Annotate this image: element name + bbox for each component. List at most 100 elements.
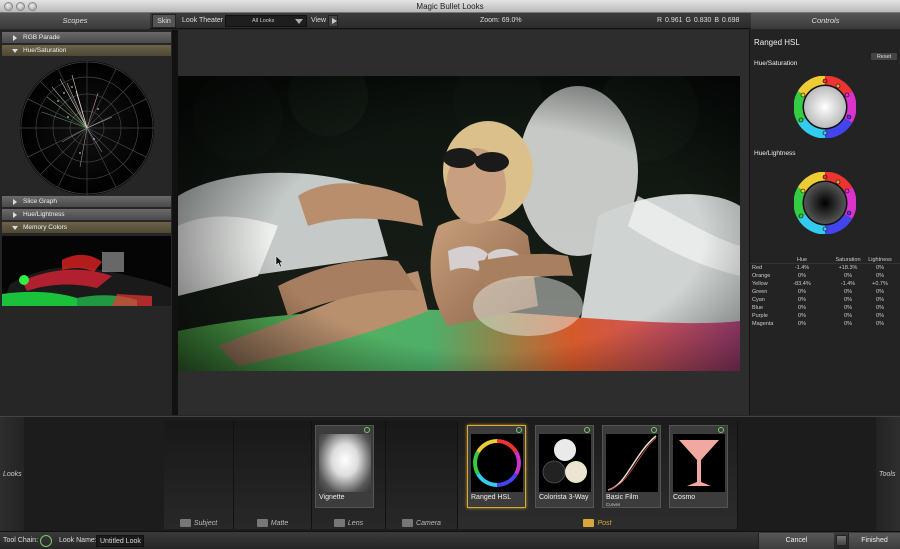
tool-ranged-hsl[interactable]: Ranged HSL bbox=[467, 425, 526, 508]
colorista-thumbnail bbox=[539, 434, 591, 492]
row-label: Green bbox=[752, 289, 768, 295]
ranged-hsl-thumbnail bbox=[471, 434, 523, 492]
tool-basic-film[interactable]: Basic Film Curves bbox=[602, 425, 661, 508]
hue-value: 0% bbox=[798, 321, 806, 327]
preview-image[interactable] bbox=[178, 76, 740, 371]
tool-name: Colorista 3-Way bbox=[539, 494, 589, 501]
cosmo-thumbnail bbox=[673, 434, 725, 492]
scope-section-rgb-parade[interactable]: RGB Parade bbox=[2, 32, 171, 43]
scopes-panel: RGB Parade Hue/Saturation Slice Graph Hu… bbox=[0, 30, 172, 415]
matte-icon bbox=[256, 519, 268, 527]
power-icon[interactable] bbox=[516, 427, 522, 433]
scope-section-hue-lightness[interactable]: Hue/Lightness bbox=[2, 209, 171, 220]
tool-cosmo[interactable]: Cosmo bbox=[669, 425, 728, 508]
view-play-button[interactable] bbox=[328, 15, 338, 27]
tool-vignette[interactable]: Vignette bbox=[315, 425, 374, 508]
lightness-value: 0% bbox=[876, 265, 884, 271]
tool-name: Ranged HSL bbox=[471, 494, 512, 501]
status-bar: Tool Chain: Look Name: Untitled Look Can… bbox=[0, 531, 900, 549]
hue-lightness-label: Hue/Lightness bbox=[754, 150, 796, 157]
hue-value: 0% bbox=[798, 289, 806, 295]
header-bar: Scopes Skin Look Theater All Looks View … bbox=[0, 13, 900, 29]
zoom-window-button[interactable] bbox=[28, 2, 37, 11]
tools-drawer-tab[interactable]: Tools bbox=[876, 417, 900, 532]
table-header-row: Hue Saturation Lightness bbox=[750, 256, 900, 264]
tool-name: Vignette bbox=[319, 494, 345, 501]
lightness-value: +0.7% bbox=[872, 281, 888, 287]
scope-section-hue-saturation[interactable]: Hue/Saturation bbox=[2, 45, 171, 56]
vignette-thumbnail bbox=[319, 434, 371, 492]
toolchain-panel: Looks Tools Subject Matte Lens Camera Po… bbox=[0, 416, 900, 532]
table-row: Magenta 0% 0% 0% bbox=[750, 320, 900, 328]
disclosure-triangle-icon bbox=[13, 199, 17, 205]
lightness-value: 0% bbox=[876, 297, 884, 303]
stage-subject[interactable]: Subject bbox=[164, 421, 234, 529]
stage-camera[interactable]: Camera bbox=[386, 421, 458, 529]
looks-drawer-tab[interactable]: Looks bbox=[0, 417, 24, 532]
dropdown-arrow-icon bbox=[295, 19, 303, 24]
lens-icon bbox=[333, 519, 345, 527]
table-row: Cyan 0% 0% 0% bbox=[750, 296, 900, 304]
power-icon[interactable] bbox=[584, 427, 590, 433]
post-icon bbox=[583, 519, 595, 527]
tool-colorista-3-way[interactable]: Colorista 3-Way bbox=[535, 425, 594, 508]
hue-value: 0% bbox=[798, 313, 806, 319]
cancel-button[interactable]: Cancel bbox=[758, 533, 834, 549]
power-icon[interactable] bbox=[718, 427, 724, 433]
disclosure-triangle-icon bbox=[13, 35, 17, 41]
memory-colors-image bbox=[2, 236, 171, 306]
lightness-value: 0% bbox=[876, 273, 884, 279]
table-row: Purple 0% 0% 0% bbox=[750, 312, 900, 320]
lightness-value: 0% bbox=[876, 289, 884, 295]
disclosure-triangle-icon bbox=[12, 49, 18, 53]
look-name-label: Look Name: bbox=[59, 537, 97, 544]
scope-section-slice-graph[interactable]: Slice Graph bbox=[2, 196, 171, 207]
hue-value: -83.4% bbox=[793, 281, 811, 287]
table-row: Blue 0% 0% 0% bbox=[750, 304, 900, 312]
app-window: Magic Bullet Looks Scopes Skin Look Thea… bbox=[0, 0, 900, 549]
look-name-field[interactable]: Untitled Look bbox=[96, 535, 144, 547]
row-label: Purple bbox=[752, 313, 768, 319]
tool-name: Basic Film bbox=[606, 494, 639, 501]
hue-value: 0% bbox=[798, 297, 806, 303]
scope-section-memory-colors[interactable]: Memory Colors bbox=[2, 222, 171, 233]
tool-chain-power-icon[interactable] bbox=[40, 535, 52, 547]
tools-side-label: Tools bbox=[879, 471, 896, 478]
column-header-lightness: Lightness bbox=[868, 257, 892, 263]
table-row: Orange 0% 0% 0% bbox=[750, 272, 900, 280]
looks-side-label: Looks bbox=[3, 471, 22, 478]
reset-button[interactable]: Reset bbox=[870, 52, 898, 61]
finished-icon bbox=[836, 535, 847, 546]
controls-panel: Ranged HSL Reset Hue/Saturation Hue/Ligh… bbox=[749, 30, 900, 415]
subject-icon bbox=[179, 519, 191, 527]
power-icon[interactable] bbox=[651, 427, 657, 433]
vectorscope-graphic bbox=[20, 61, 154, 195]
scopes-title: Scopes bbox=[0, 13, 150, 29]
tool-name: Cosmo bbox=[673, 494, 696, 501]
finished-button[interactable]: Finished bbox=[848, 533, 900, 549]
stage-matte[interactable]: Matte bbox=[234, 421, 312, 529]
zoom-readout: Zoom: 69.0% bbox=[480, 17, 522, 24]
basic-film-thumbnail bbox=[606, 434, 658, 492]
looks-dropdown[interactable]: All Looks bbox=[225, 15, 307, 27]
hue-value: 0% bbox=[798, 273, 806, 279]
minimize-window-button[interactable] bbox=[16, 2, 25, 11]
hue-lightness-wheel[interactable] bbox=[794, 172, 856, 234]
lightness-value: 0% bbox=[876, 305, 884, 311]
camera-icon bbox=[402, 519, 414, 527]
close-window-button[interactable] bbox=[4, 2, 13, 11]
hue-saturation-label: Hue/Saturation bbox=[754, 60, 798, 67]
hue-saturation-wheel[interactable] bbox=[794, 76, 856, 138]
row-label: Red bbox=[752, 265, 763, 271]
table-row: Yellow -83.4% -1.4% +0.7% bbox=[750, 280, 900, 288]
view-label: View bbox=[311, 17, 327, 24]
table-row: Red -1.4% +18.3% 0% bbox=[750, 264, 900, 272]
skin-button[interactable]: Skin bbox=[152, 14, 176, 28]
row-label: Magenta bbox=[752, 321, 774, 327]
row-label: Cyan bbox=[752, 297, 765, 303]
table-row: Green 0% 0% 0% bbox=[750, 288, 900, 296]
image-viewer[interactable] bbox=[178, 30, 749, 415]
power-icon[interactable] bbox=[364, 427, 370, 433]
sunbather-photo bbox=[178, 76, 740, 371]
hue-saturation-scope bbox=[2, 57, 171, 195]
